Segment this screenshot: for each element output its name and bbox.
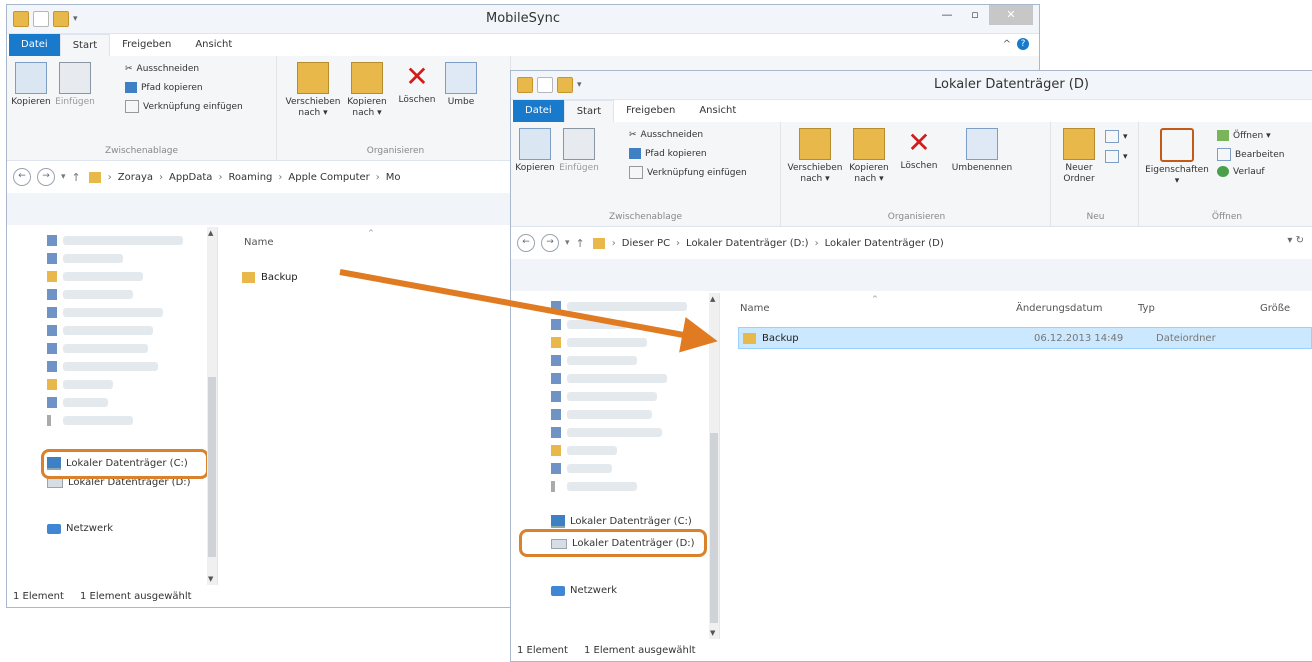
drag-arrow-annotation: [339, 269, 718, 353]
arrow-line: [339, 269, 718, 353]
